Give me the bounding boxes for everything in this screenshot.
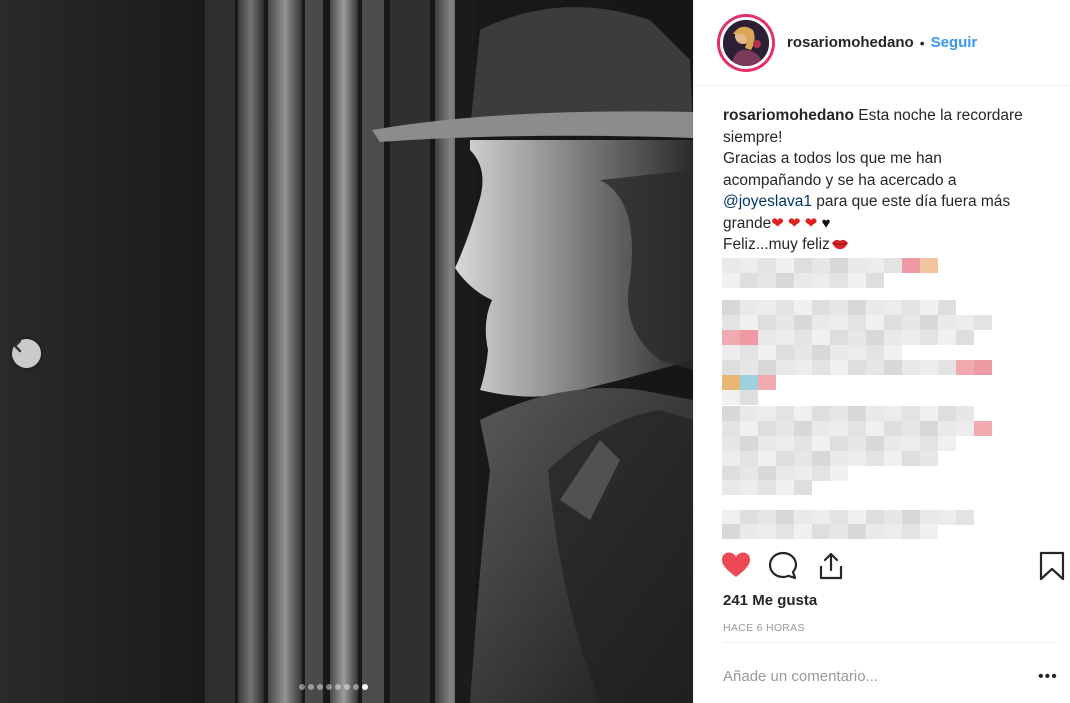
carousel-dot bbox=[326, 684, 332, 690]
carousel-indicator bbox=[299, 684, 368, 690]
header-separator: • bbox=[919, 34, 925, 51]
comment-input[interactable]: Añade un comentario... bbox=[723, 668, 983, 685]
caption-mention-link[interactable]: @joyeslava1 bbox=[723, 193, 812, 210]
post-timestamp[interactable]: HACE 6 HORAS bbox=[723, 622, 805, 634]
header-username[interactable]: rosariomohedano bbox=[787, 34, 914, 51]
chevron-left-icon bbox=[13, 339, 22, 353]
carousel-dot bbox=[317, 684, 323, 690]
caption-line2a: Gracias a todos los que me han acompañan… bbox=[723, 150, 957, 189]
post-caption: rosariomohedano Esta noche la recordare … bbox=[723, 105, 1043, 256]
carousel-dot-active bbox=[362, 684, 368, 690]
obscured-comments bbox=[722, 258, 992, 539]
comment-icon[interactable] bbox=[768, 551, 798, 581]
post-photo[interactable] bbox=[0, 0, 693, 703]
divider bbox=[723, 642, 1058, 643]
carousel-dot bbox=[308, 684, 314, 690]
post-header: rosariomohedano • Seguir bbox=[694, 0, 1070, 86]
caption-username[interactable]: rosariomohedano bbox=[723, 107, 854, 124]
more-options-button[interactable]: ••• bbox=[1038, 668, 1058, 686]
like-count[interactable]: 241 Me gusta bbox=[723, 592, 817, 609]
post-actions bbox=[694, 540, 1070, 590]
red-heart-icon: ❤ ❤ ❤ bbox=[771, 214, 818, 232]
carousel-dot bbox=[299, 684, 305, 690]
photo-image bbox=[0, 0, 693, 703]
avatar-image bbox=[720, 16, 772, 69]
black-heart-icon: ♥ bbox=[821, 214, 831, 232]
bookmark-icon[interactable] bbox=[1039, 551, 1065, 581]
heart-filled-icon[interactable] bbox=[721, 551, 751, 579]
caption-line3: Feliz...muy feliz bbox=[723, 236, 830, 253]
follow-button[interactable]: Seguir bbox=[931, 34, 978, 51]
post-side-panel: rosariomohedano • Seguir rosariomohedano… bbox=[693, 0, 1070, 703]
carousel-dot bbox=[344, 684, 350, 690]
share-icon[interactable] bbox=[816, 551, 846, 581]
previous-photo-button[interactable] bbox=[12, 339, 41, 368]
avatar[interactable] bbox=[717, 13, 775, 72]
carousel-dot bbox=[335, 684, 341, 690]
carousel-dot bbox=[353, 684, 359, 690]
lips-icon bbox=[831, 239, 848, 250]
